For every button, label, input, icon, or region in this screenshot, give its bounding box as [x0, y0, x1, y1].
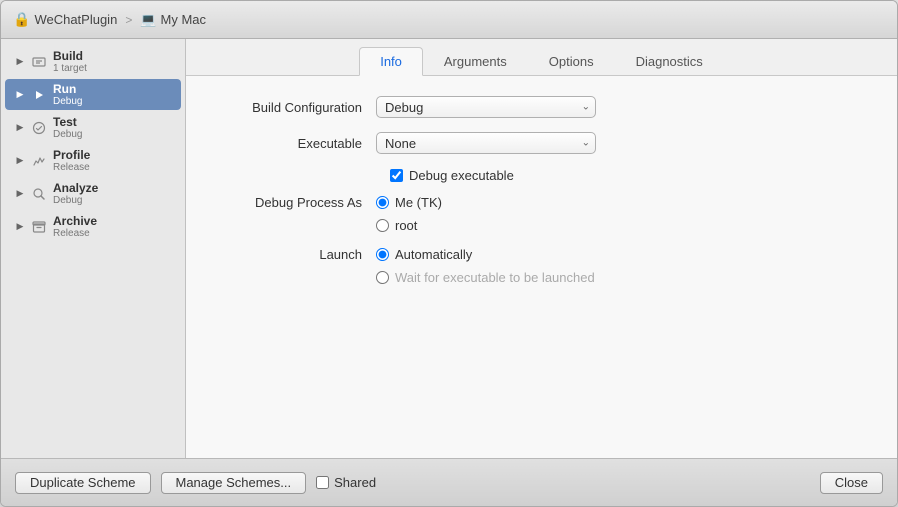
build-config-select[interactable]: Debug Release — [376, 96, 596, 118]
sidebar-item-test[interactable]: ▶ Test Debug — [5, 112, 181, 143]
debug-process-row: Debug Process As Me (TK) root — [216, 195, 867, 233]
run-icon — [31, 87, 47, 103]
debug-process-radio-group: Me (TK) root — [376, 195, 442, 233]
shared-label[interactable]: Shared — [334, 475, 376, 490]
launch-radio-group: Automatically Wait for executable to be … — [376, 247, 595, 285]
sidebar-item-archive[interactable]: ▶ Archive Release — [5, 211, 181, 242]
build-config-label: Build Configuration — [216, 100, 376, 115]
run-text: Run Debug — [53, 82, 82, 107]
me-radio[interactable] — [376, 196, 389, 209]
build-text: Build 1 target — [53, 49, 87, 74]
mac-label: My Mac — [161, 12, 207, 27]
analyze-sub: Debug — [53, 195, 98, 206]
archive-text: Archive Release — [53, 214, 97, 239]
build-config-control: Debug Release ⌄ — [376, 96, 656, 118]
build-config-select-wrapper: Debug Release ⌄ — [376, 96, 596, 118]
executable-select-wrapper: None ⌄ — [376, 132, 596, 154]
sidebar-item-profile[interactable]: ▶ Profile Release — [5, 145, 181, 176]
archive-name: Archive — [53, 214, 97, 228]
automatically-radio[interactable] — [376, 248, 389, 261]
test-sub: Debug — [53, 129, 82, 140]
executable-row: Executable None ⌄ — [216, 132, 867, 154]
manage-schemes-button[interactable]: Manage Schemes... — [161, 472, 307, 494]
root-radio[interactable] — [376, 219, 389, 232]
analyze-name: Analyze — [53, 181, 98, 195]
profile-text: Profile Release — [53, 148, 90, 173]
arrow-icon: ▶ — [13, 55, 27, 69]
duplicate-scheme-button[interactable]: Duplicate Scheme — [15, 472, 151, 494]
launch-row: Launch Automatically Wait for executable… — [216, 247, 867, 285]
tab-arguments[interactable]: Arguments — [423, 47, 528, 76]
footer: Duplicate Scheme Manage Schemes... Share… — [1, 458, 897, 506]
breadcrumb-mac: 💻 My Mac — [140, 12, 206, 28]
archive-sub: Release — [53, 228, 97, 239]
test-icon — [31, 120, 47, 136]
arrow-icon-test: ▶ — [13, 121, 27, 135]
debug-executable-row: Debug executable — [390, 168, 867, 183]
sidebar: ▶ Build 1 target ▶ — [1, 39, 186, 458]
close-button[interactable]: Close — [820, 472, 883, 494]
form-area: Build Configuration Debug Release ⌄ Ex — [186, 76, 897, 458]
executable-select[interactable]: None — [376, 132, 596, 154]
build-sub: 1 target — [53, 63, 87, 74]
shared-checkbox[interactable] — [316, 476, 329, 489]
main-window: 🔒 WeChatPlugin > 💻 My Mac ▶ — [0, 0, 898, 507]
tab-options[interactable]: Options — [528, 47, 615, 76]
plugin-label: WeChatPlugin — [34, 12, 117, 27]
build-name: Build — [53, 49, 87, 63]
build-icon — [31, 54, 47, 70]
right-panel: Info Arguments Options Diagnostics Build… — [186, 39, 897, 458]
wait-label[interactable]: Wait for executable to be launched — [395, 270, 595, 285]
arrow-icon-analyze: ▶ — [13, 187, 27, 201]
sidebar-item-run[interactable]: ▶ Run Debug — [5, 79, 181, 110]
arrow-icon-run: ▶ — [13, 88, 27, 102]
root-radio-row: root — [376, 218, 442, 233]
executable-label: Executable — [216, 136, 376, 151]
wait-radio[interactable] — [376, 271, 389, 284]
main-content: ▶ Build 1 target ▶ — [1, 39, 897, 458]
me-label[interactable]: Me (TK) — [395, 195, 442, 210]
breadcrumb-separator: > — [125, 13, 132, 27]
archive-icon — [31, 219, 47, 235]
executable-control: None ⌄ — [376, 132, 656, 154]
launch-label: Launch — [216, 247, 376, 262]
tab-diagnostics[interactable]: Diagnostics — [615, 47, 724, 76]
test-name: Test — [53, 115, 82, 129]
debug-process-label: Debug Process As — [216, 195, 376, 210]
debug-executable-checkbox[interactable] — [390, 169, 403, 182]
profile-sub: Release — [53, 162, 90, 173]
root-label[interactable]: root — [395, 218, 417, 233]
debug-executable-label[interactable]: Debug executable — [409, 168, 514, 183]
analyze-text: Analyze Debug — [53, 181, 98, 206]
run-name: Run — [53, 82, 82, 96]
me-radio-row: Me (TK) — [376, 195, 442, 210]
tab-info[interactable]: Info — [359, 47, 423, 76]
analyze-icon — [31, 186, 47, 202]
arrow-icon-profile: ▶ — [13, 154, 27, 168]
profile-icon — [31, 153, 47, 169]
run-sub: Debug — [53, 96, 82, 107]
breadcrumb-plugin: 🔒 WeChatPlugin — [13, 11, 117, 28]
tab-bar: Info Arguments Options Diagnostics — [186, 39, 897, 76]
titlebar: 🔒 WeChatPlugin > 💻 My Mac — [1, 1, 897, 39]
shared-checkbox-group: Shared — [316, 475, 376, 490]
profile-name: Profile — [53, 148, 90, 162]
automatically-label[interactable]: Automatically — [395, 247, 472, 262]
sidebar-item-build[interactable]: ▶ Build 1 target — [5, 46, 181, 77]
arrow-icon-archive: ▶ — [13, 220, 27, 234]
sidebar-item-analyze[interactable]: ▶ Analyze Debug — [5, 178, 181, 209]
automatically-radio-row: Automatically — [376, 247, 595, 262]
build-config-row: Build Configuration Debug Release ⌄ — [216, 96, 867, 118]
wait-radio-row: Wait for executable to be launched — [376, 270, 595, 285]
test-text: Test Debug — [53, 115, 82, 140]
